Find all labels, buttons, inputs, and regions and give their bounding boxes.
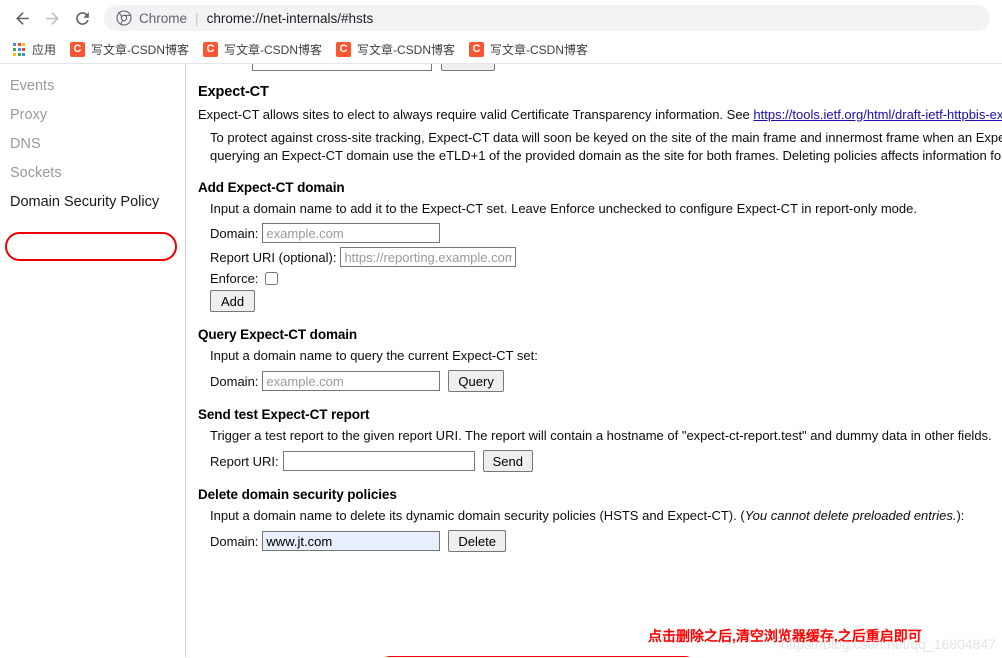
net-internals-page: Events Proxy DNS Sockets Domain Security… <box>0 64 1002 657</box>
send-report-uri-label: Report URI: <box>210 453 279 469</box>
offscreen-text-input[interactable] <box>252 64 432 71</box>
send-report-uri-input[interactable] <box>282 451 475 471</box>
enforce-checkbox[interactable] <box>265 272 279 285</box>
scrolled-offscreen-row <box>192 64 1002 72</box>
bookmark-apps[interactable]: 应用 <box>6 39 63 61</box>
expect-ct-spec-link[interactable]: https://tools.ietf.org/html/draft-ietf-h… <box>753 107 1002 122</box>
csdn-favicon-icon: C <box>70 42 86 57</box>
expect-ct-intro-text: Expect-CT allows sites to elect to alway… <box>198 107 754 122</box>
add-domain-input[interactable] <box>262 223 441 243</box>
bookmark-item[interactable]: C 写文章-CSDN博客 <box>63 39 196 61</box>
bookmark-label: 写文章-CSDN博客 <box>490 43 589 57</box>
csdn-favicon-icon: C <box>469 42 485 57</box>
sidebar-item-dns[interactable]: DNS <box>0 130 185 159</box>
bookmark-label: 写文章-CSDN博客 <box>91 43 190 57</box>
query-domain-field-row: Domain: Query <box>210 370 1002 392</box>
send-test-report-description: Trigger a test report to the given repor… <box>210 428 992 443</box>
address-bar[interactable]: Chrome | chrome://net-internals/#hsts <box>104 5 990 31</box>
expect-ct-keying-note: To protect against cross-site tracking, … <box>210 130 1002 163</box>
delete-domain-input[interactable] <box>262 531 441 551</box>
watermark-text: https://blog.csdn.net/qq_16804847 <box>781 636 996 652</box>
offscreen-button[interactable] <box>441 64 495 71</box>
add-button[interactable]: Add <box>210 290 256 312</box>
enforce-label: Enforce: <box>210 271 259 286</box>
expect-ct-heading: Expect-CT <box>198 84 269 100</box>
omnibox-separator: | <box>195 10 199 26</box>
reload-button[interactable] <box>68 4 96 32</box>
delete-policies-description-plain: Input a domain name to delete its dynami… <box>210 508 745 523</box>
add-report-uri-field-row: Report URI (optional): <box>210 247 1002 267</box>
csdn-favicon-icon: C <box>203 42 219 57</box>
browser-toolbar: Chrome | chrome://net-internals/#hsts <box>0 0 1002 36</box>
add-report-uri-label: Report URI (optional): <box>210 249 337 265</box>
query-button[interactable]: Query <box>448 370 504 392</box>
sidebar-item-events[interactable]: Events <box>0 72 185 101</box>
delete-policies-heading: Delete domain security policies <box>198 487 397 502</box>
sidebar-item-domain-security-policy[interactable]: Domain Security Policy <box>0 188 185 217</box>
sidebar: Events Proxy DNS Sockets Domain Security… <box>0 64 186 657</box>
send-test-report-heading: Send test Expect-CT report <box>198 407 370 422</box>
forward-arrow-icon <box>45 11 59 25</box>
query-expect-ct-domain-heading: Query Expect-CT domain <box>198 327 358 342</box>
query-expect-ct-domain-description: Input a domain name to query the current… <box>210 348 538 363</box>
enforce-field-row: Enforce: <box>210 271 1002 286</box>
add-expect-ct-domain-description: Input a domain name to add it to the Exp… <box>210 201 917 216</box>
add-domain-label: Domain: <box>210 225 259 241</box>
sidebar-item-label: Domain Security Policy <box>10 194 160 210</box>
bookmark-item[interactable]: C 写文章-CSDN博客 <box>196 39 329 61</box>
omnibox-url-text: chrome://net-internals/#hsts <box>206 10 374 26</box>
bookmark-item[interactable]: C 写文章-CSDN博客 <box>329 39 462 61</box>
add-expect-ct-domain-heading: Add Expect-CT domain <box>198 180 345 195</box>
back-arrow-icon <box>15 11 29 25</box>
chrome-logo-icon <box>116 10 132 26</box>
delete-policies-description-italic: You cannot delete preloaded entries. <box>744 508 957 523</box>
back-button[interactable] <box>8 4 36 32</box>
add-report-uri-input[interactable] <box>340 247 517 267</box>
add-button-row: Add <box>210 290 1002 312</box>
bookmark-label: 应用 <box>32 43 57 57</box>
bookmarks-bar: 应用 C 写文章-CSDN博客 C 写文章-CSDN博客 C 写文章-CSDN博… <box>0 36 1002 64</box>
sidebar-item-proxy[interactable]: Proxy <box>0 101 185 130</box>
add-domain-field-row: Domain: <box>210 223 1002 243</box>
omnibox-scheme-label: Chrome <box>139 10 188 26</box>
sidebar-item-label: Proxy <box>10 107 48 123</box>
delete-policies-description: Input a domain name to delete its dynami… <box>210 507 1002 525</box>
expect-ct-intro: Expect-CT allows sites to elect to alway… <box>198 106 1002 124</box>
sidebar-item-label: Sockets <box>10 165 62 181</box>
sidebar-item-label: DNS <box>10 136 41 152</box>
bookmark-label: 写文章-CSDN博客 <box>224 43 323 57</box>
send-button[interactable]: Send <box>482 450 534 472</box>
query-domain-label: Domain: <box>210 373 259 389</box>
query-domain-input[interactable] <box>262 371 441 391</box>
bookmark-label: 写文章-CSDN博客 <box>357 43 456 57</box>
main-content: Expect-CT Expect-CT allows sites to elec… <box>186 64 1002 657</box>
sidebar-selection-highlight-annotation <box>5 232 177 261</box>
forward-button[interactable] <box>38 4 66 32</box>
bookmark-item[interactable]: C 写文章-CSDN博客 <box>462 39 595 61</box>
delete-domain-field-row: Domain: Delete <box>210 530 1002 552</box>
csdn-favicon-icon: C <box>336 42 352 57</box>
delete-domain-label: Domain: <box>210 533 259 549</box>
delete-button[interactable]: Delete <box>448 530 506 552</box>
send-report-uri-field-row: Report URI: Send <box>210 450 1002 472</box>
apps-grid-icon <box>13 43 26 56</box>
sidebar-item-sockets[interactable]: Sockets <box>0 159 185 188</box>
delete-policies-description-tail: ): <box>956 508 965 523</box>
reload-icon <box>75 11 89 25</box>
sidebar-item-label: Events <box>10 78 55 94</box>
delete-section-highlight-annotation <box>378 656 697 657</box>
